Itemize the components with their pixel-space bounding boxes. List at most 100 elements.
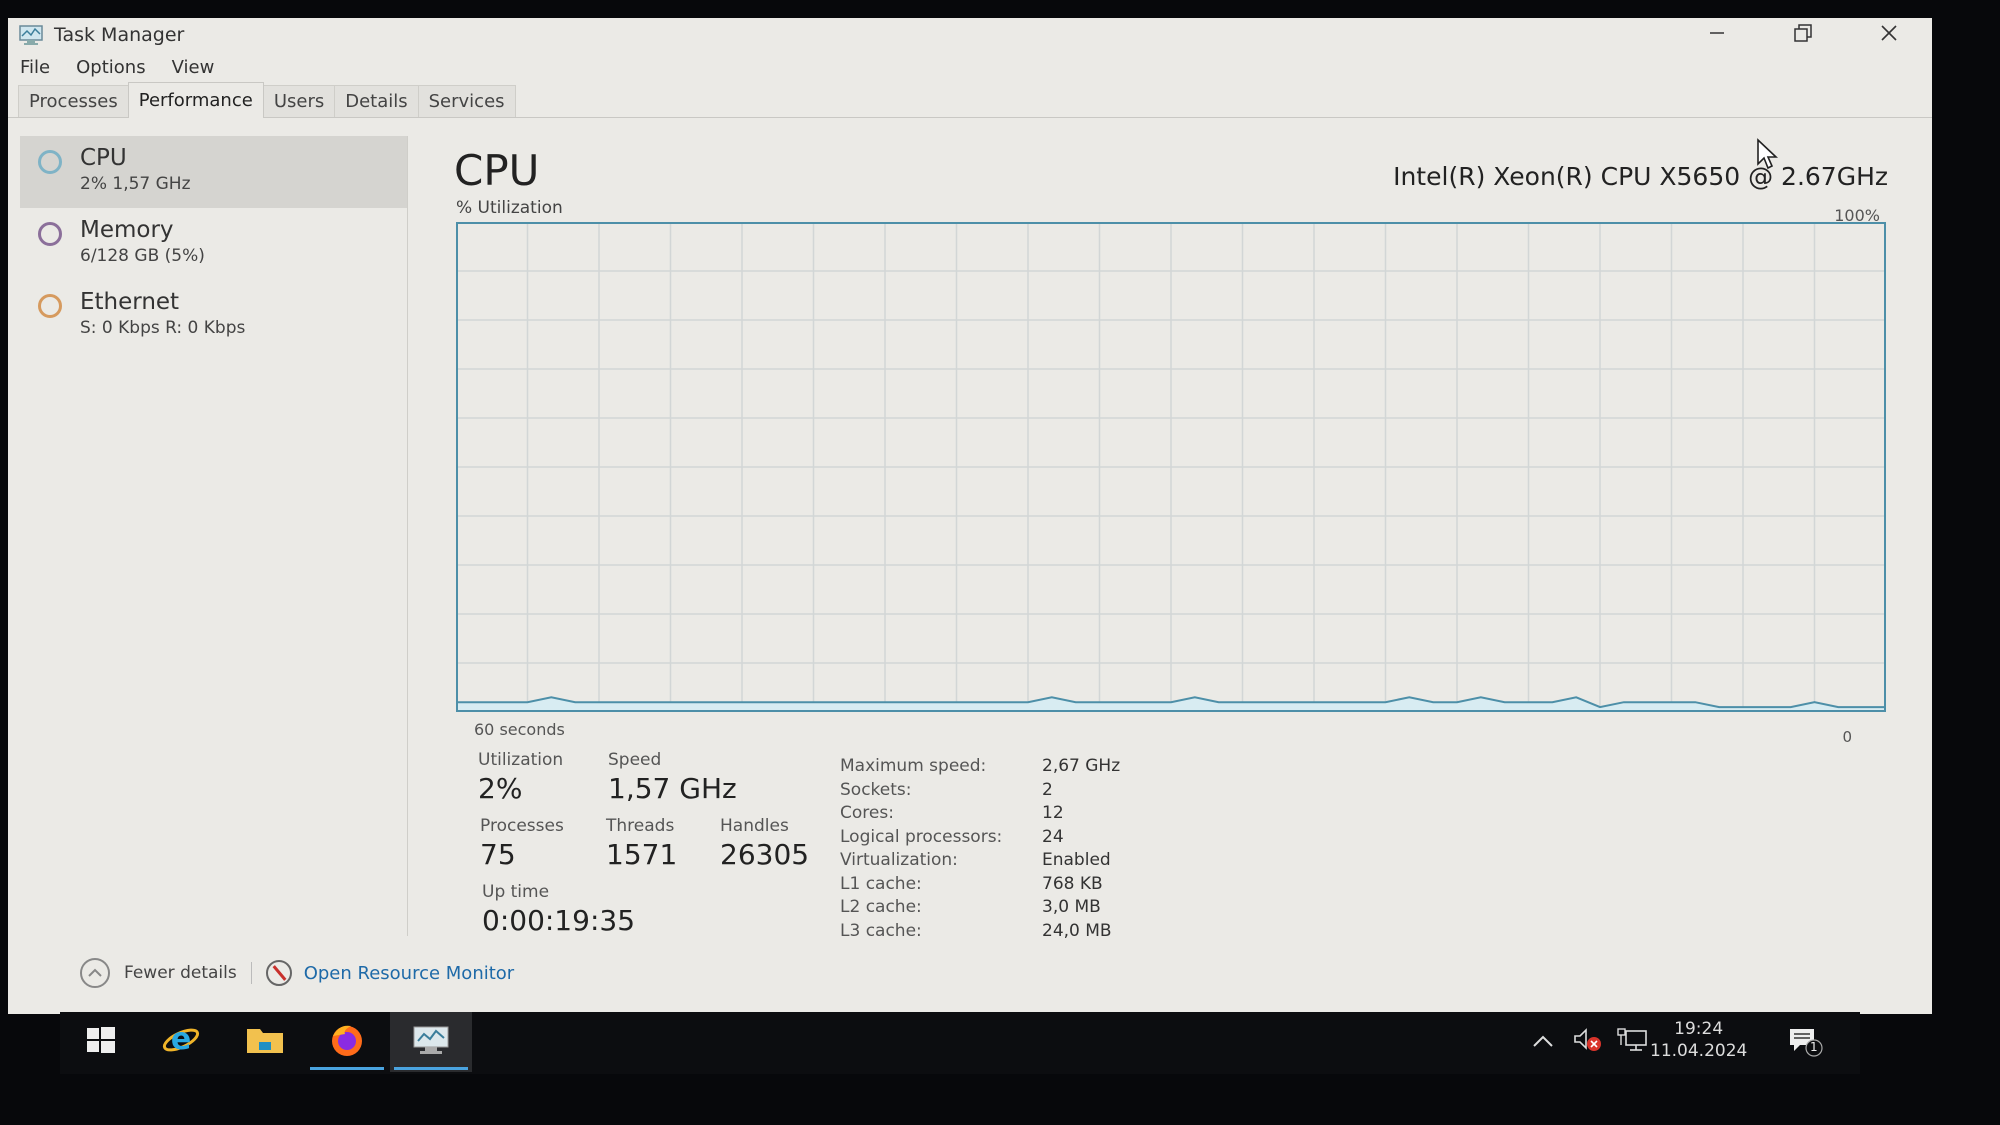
cpu-model-name: Intel(R) Xeon(R) CPU X5650 @ 2.67GHz — [1393, 162, 1888, 191]
stat-label: Up time — [482, 882, 550, 902]
spec-value: 2,67 GHz — [1042, 756, 1121, 776]
tab-performance[interactable]: Performance — [127, 82, 264, 118]
spec-value: 2 — [1042, 779, 1053, 800]
footer-separator — [250, 962, 252, 984]
cpu-ring-icon — [38, 150, 62, 174]
spec-key: Sockets: — [840, 779, 912, 800]
taskbar-internet-explorer[interactable]: e — [140, 1012, 222, 1072]
taskbar-task-manager[interactable] — [390, 1012, 472, 1072]
taskbar-clock[interactable]: 19:24 11.04.2024 — [1650, 1018, 1747, 1062]
spec-key: Maximum speed: — [840, 756, 987, 776]
sidebar-item-ethernet[interactable]: Ethernet S: 0 Kbps R: 0 Kbps — [20, 280, 407, 352]
spec-row: L2 cache: 3,0 MB — [840, 897, 1120, 921]
page-title: CPU — [454, 146, 540, 195]
spec-row: L1 cache: 768 KB — [840, 874, 1120, 898]
chevron-up-icon — [80, 958, 110, 988]
resource-monitor-icon — [265, 960, 292, 986]
graph-min-label: 0 — [1842, 728, 1852, 746]
menu-options[interactable]: Options — [76, 57, 145, 78]
action-center-button[interactable]: 1 — [1788, 1012, 1824, 1072]
stat-handles: Handles 26305 — [720, 816, 809, 871]
sidebar-item-cpu[interactable]: CPU 2% 1,57 GHz — [20, 136, 407, 208]
fewer-details-label: Fewer details — [124, 963, 237, 983]
network-button[interactable] — [1616, 1012, 1648, 1072]
windows-logo-icon — [86, 1026, 116, 1058]
stat-value: 26305 — [720, 838, 810, 871]
mouse-cursor-icon — [1757, 138, 1779, 170]
sidebar-item-sub: S: 0 Kbps R: 0 Kbps — [80, 318, 246, 338]
graph-grid — [456, 222, 1886, 712]
stat-label: Speed — [608, 750, 662, 770]
show-hidden-icons-button[interactable] — [1532, 1012, 1554, 1072]
stat-uptime: Up time 0:00:19:35 — [482, 882, 635, 937]
close-icon — [1879, 23, 1899, 48]
task-manager-app-icon — [18, 24, 44, 46]
folder-icon — [246, 1025, 284, 1059]
cpu-utilization-graph — [456, 222, 1886, 712]
tab-users[interactable]: Users — [262, 85, 336, 117]
spec-value: 12 — [1042, 803, 1064, 823]
spec-value: 24 — [1042, 826, 1064, 847]
footer-bar: Fewer details Open Resource Monitor — [80, 958, 514, 988]
stat-speed: Speed 1,57 GHz — [608, 750, 737, 805]
stat-processes: Processes 75 — [480, 816, 564, 871]
spec-value: Enabled — [1042, 850, 1111, 870]
internet-explorer-icon: e — [161, 1022, 201, 1062]
graph-y-label: % Utilization — [456, 198, 563, 218]
stat-label: Handles — [720, 816, 789, 836]
spec-row: Virtualization: Enabled — [840, 850, 1120, 874]
spec-key: L3 cache: — [840, 920, 922, 941]
volume-button[interactable] — [1572, 1012, 1606, 1072]
tab-details[interactable]: Details — [334, 85, 419, 117]
close-button[interactable] — [1846, 18, 1932, 52]
spec-row: Cores: 12 — [840, 803, 1120, 827]
sidebar-item-label: Ethernet — [80, 289, 180, 315]
stat-value: 1571 — [606, 838, 678, 871]
stat-value: 2% — [478, 772, 523, 805]
stat-value: 1,57 GHz — [608, 772, 737, 805]
firefox-icon — [327, 1022, 367, 1062]
sidebar-item-label: Memory — [80, 217, 174, 243]
ethernet-ring-icon — [38, 294, 62, 318]
stat-utilization: Utilization 2% — [478, 750, 563, 805]
sidebar-item-label: CPU — [80, 145, 127, 171]
menu-view[interactable]: View — [172, 57, 215, 78]
sidebar-item-memory[interactable]: Memory 6/128 GB (5%) — [20, 208, 407, 280]
spec-key: Logical processors: — [840, 826, 1003, 847]
minimize-button[interactable] — [1674, 18, 1760, 52]
spec-value: 768 KB — [1042, 873, 1103, 894]
cpu-detail-panel: CPU Intel(R) Xeon(R) CPU X5650 @ 2.67GHz… — [448, 136, 1888, 956]
menu-file[interactable]: File — [20, 57, 50, 78]
minimize-icon — [1708, 23, 1726, 47]
clock-time: 19:24 — [1674, 1019, 1724, 1039]
open-resource-monitor-link[interactable]: Open Resource Monitor — [304, 963, 515, 984]
spec-key: Virtualization: — [840, 850, 958, 870]
window-title: Task Manager — [54, 24, 185, 46]
spec-row: Sockets: 2 — [840, 780, 1120, 804]
spec-key: Cores: — [840, 803, 894, 823]
network-icon — [1616, 1027, 1648, 1057]
taskbar-firefox[interactable] — [306, 1012, 388, 1072]
restore-icon — [1793, 23, 1813, 48]
start-button[interactable] — [60, 1012, 142, 1072]
memory-ring-icon — [38, 222, 62, 246]
tab-processes[interactable]: Processes — [18, 85, 129, 117]
spec-row: Maximum speed: 2,67 GHz — [840, 756, 1120, 780]
sidebar-item-sub: 6/128 GB (5%) — [80, 246, 205, 266]
title-bar[interactable]: Task Manager — [8, 18, 1932, 52]
tab-services[interactable]: Services — [417, 85, 516, 117]
notification-icon: 1 — [1788, 1026, 1824, 1058]
sidebar-item-sub: 2% 1,57 GHz — [80, 174, 191, 194]
restore-button[interactable] — [1760, 18, 1846, 52]
fewer-details-button[interactable]: Fewer details — [80, 958, 237, 988]
stat-value: 0:00:19:35 — [482, 904, 636, 937]
spec-row: Logical processors: 24 — [840, 827, 1120, 851]
graph-time-label: 60 seconds — [474, 720, 565, 739]
taskbar: e 19:24 11.04.2024 1 — [60, 1012, 1860, 1074]
performance-sidebar: CPU 2% 1,57 GHz Memory 6/128 GB (5%) Eth… — [20, 136, 408, 936]
task-manager-icon — [411, 1024, 451, 1060]
taskbar-file-explorer[interactable] — [224, 1012, 306, 1072]
tab-bar: Processes Performance Users Details Serv… — [8, 82, 1932, 118]
stat-threads: Threads 1571 — [606, 816, 677, 871]
spec-key: L1 cache: — [840, 873, 922, 894]
